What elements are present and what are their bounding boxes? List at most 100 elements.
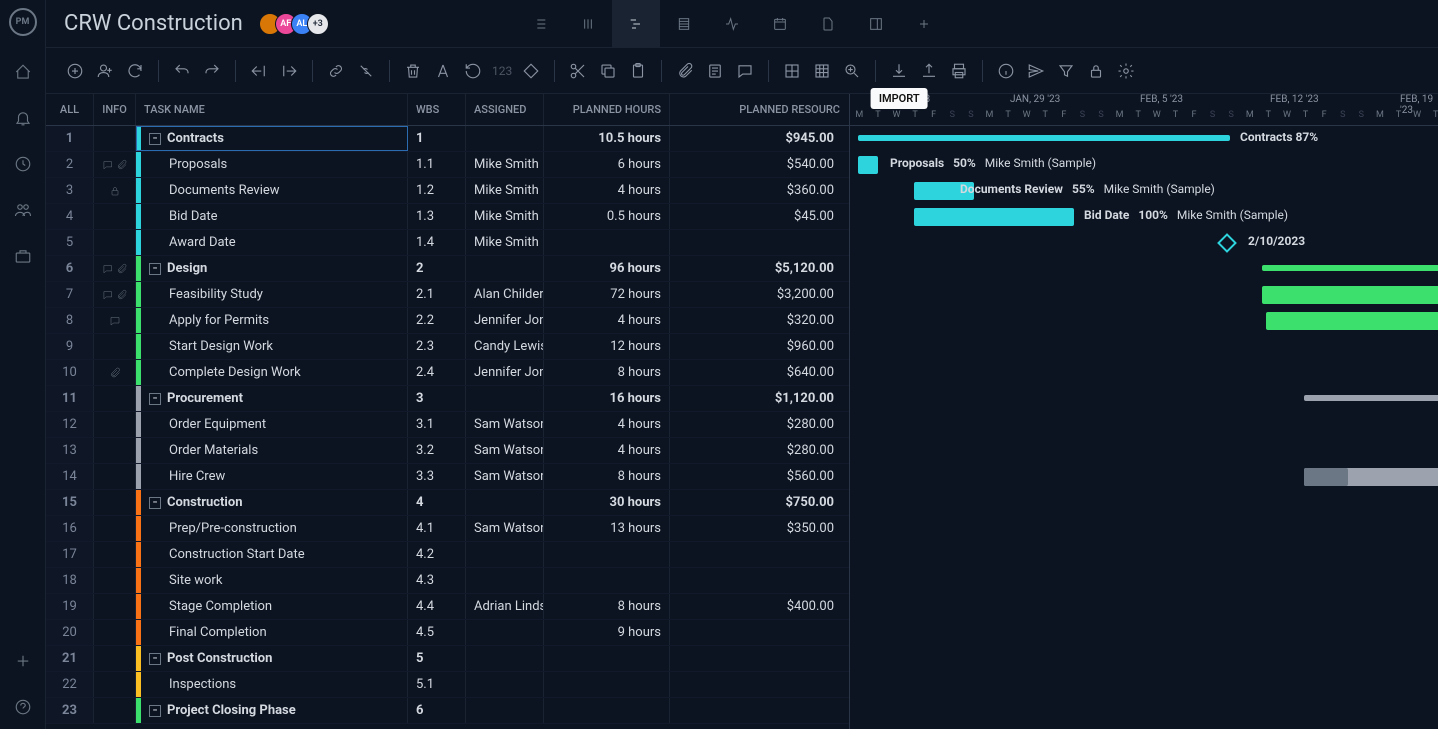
refresh-icon[interactable]	[124, 60, 146, 82]
task-row[interactable]: 3Documents Review1.2Mike Smith4 hours$36…	[46, 178, 849, 204]
planned-resource-cell[interactable]: $350.00	[670, 516, 848, 541]
task-row[interactable]: 14Hire Crew3.3Sam Watson8 hours$560.00	[46, 464, 849, 490]
milestone-icon[interactable]	[1217, 233, 1237, 253]
planned-resource-cell[interactable]	[670, 698, 848, 723]
task-name-cell[interactable]: Proposals	[136, 152, 408, 177]
task-name-cell[interactable]: Apply for Permits	[136, 308, 408, 333]
assigned-cell[interactable]: Mike Smith	[466, 204, 544, 229]
lock-icon[interactable]	[1085, 60, 1107, 82]
wbs-cell[interactable]: 2.1	[408, 282, 466, 307]
print-icon[interactable]	[948, 60, 970, 82]
task-row[interactable]: 18Site work4.3	[46, 568, 849, 594]
briefcase-icon[interactable]	[13, 246, 33, 266]
info-icon[interactable]	[995, 60, 1017, 82]
wbs-cell[interactable]: 5	[408, 646, 466, 671]
assigned-cell[interactable]	[466, 386, 544, 411]
planned-resource-cell[interactable]: $280.00	[670, 438, 848, 463]
task-name-cell[interactable]: −Project Closing Phase	[136, 698, 408, 723]
planned-resource-cell[interactable]: $960.00	[670, 334, 848, 359]
planned-resource-cell[interactable]: $750.00	[670, 490, 848, 515]
collapse-icon[interactable]: −	[149, 263, 161, 275]
planned-hours-cell[interactable]: 4 hours	[544, 412, 670, 437]
add-task-icon[interactable]	[64, 60, 86, 82]
export-icon[interactable]	[918, 60, 940, 82]
view-file-icon[interactable]	[804, 0, 852, 48]
assigned-cell[interactable]	[466, 672, 544, 697]
zoom-icon[interactable]	[841, 60, 863, 82]
task-row[interactable]: 21−Post Construction5	[46, 646, 849, 672]
task-row[interactable]: 23−Project Closing Phase6	[46, 698, 849, 724]
planned-resource-cell[interactable]	[670, 230, 848, 255]
redo-icon[interactable]	[201, 60, 223, 82]
planned-resource-cell[interactable]: $5,120.00	[670, 256, 848, 281]
view-columns-icon[interactable]	[564, 0, 612, 48]
task-row[interactable]: 10Complete Design Work2.4Jennifer Jones8…	[46, 360, 849, 386]
task-name-cell[interactable]: Stage Completion	[136, 594, 408, 619]
assigned-cell[interactable]	[466, 568, 544, 593]
link-icon[interactable]	[325, 60, 347, 82]
assigned-cell[interactable]: Alan Childers	[466, 282, 544, 307]
task-row[interactable]: 7Feasibility Study2.1Alan Childers72 hou…	[46, 282, 849, 308]
task-name-cell[interactable]: −Procurement	[136, 386, 408, 411]
wbs-cell[interactable]: 4.5	[408, 620, 466, 645]
view-panel-icon[interactable]	[852, 0, 900, 48]
planned-hours-cell[interactable]	[544, 698, 670, 723]
assigned-cell[interactable]	[466, 620, 544, 645]
grid-icon[interactable]	[811, 60, 833, 82]
header-planned-hours[interactable]: PLANNED HOURS	[544, 94, 670, 125]
task-row[interactable]: 20Final Completion4.59 hours	[46, 620, 849, 646]
collapse-icon[interactable]: −	[149, 497, 161, 509]
comment-icon[interactable]	[734, 60, 756, 82]
assigned-cell[interactable]: Mike Smith	[466, 178, 544, 203]
assigned-cell[interactable]	[466, 542, 544, 567]
task-name-cell[interactable]: Start Design Work	[136, 334, 408, 359]
task-name-cell[interactable]: −Design	[136, 256, 408, 281]
task-name-cell[interactable]: Order Materials	[136, 438, 408, 463]
wbs-cell[interactable]: 6	[408, 698, 466, 723]
task-name-cell[interactable]: −Construction	[136, 490, 408, 515]
header-name[interactable]: TASK NAME	[136, 94, 408, 125]
help-icon[interactable]	[13, 697, 33, 717]
planned-hours-cell[interactable]: 8 hours	[544, 594, 670, 619]
header-assigned[interactable]: ASSIGNED	[466, 94, 544, 125]
view-gantt-icon[interactable]	[612, 0, 660, 48]
task-row[interactable]: 8Apply for Permits2.2Jennifer Jones4 hou…	[46, 308, 849, 334]
paste-icon[interactable]	[627, 60, 649, 82]
attach-icon[interactable]	[674, 60, 696, 82]
wbs-cell[interactable]: 4.2	[408, 542, 466, 567]
planned-resource-cell[interactable]: $360.00	[670, 178, 848, 203]
planned-resource-cell[interactable]	[670, 620, 848, 645]
task-name-cell[interactable]: Bid Date	[136, 204, 408, 229]
assigned-cell[interactable]	[466, 126, 544, 151]
collapse-icon[interactable]: −	[149, 705, 161, 717]
app-logo[interactable]: PM	[9, 8, 37, 36]
wbs-cell[interactable]: 1.1	[408, 152, 466, 177]
text-icon[interactable]	[432, 60, 454, 82]
wbs-cell[interactable]: 3.1	[408, 412, 466, 437]
header-info[interactable]: INFO	[94, 94, 136, 125]
planned-hours-cell[interactable]: 0.5 hours	[544, 204, 670, 229]
planned-hours-cell[interactable]: 96 hours	[544, 256, 670, 281]
wbs-cell[interactable]: 5.1	[408, 672, 466, 697]
wbs-cell[interactable]: 3	[408, 386, 466, 411]
planned-hours-cell[interactable]: 4 hours	[544, 178, 670, 203]
task-row[interactable]: 13Order Materials3.2Sam Watson4 hours$28…	[46, 438, 849, 464]
gantt-chart[interactable]: JAN, 22 '23JAN, 29 '23FEB, 5 '23FEB, 12 …	[850, 94, 1438, 729]
header-planned-resource[interactable]: PLANNED RESOURC	[670, 94, 848, 125]
wbs-cell[interactable]: 2.2	[408, 308, 466, 333]
header-all[interactable]: ALL	[46, 94, 94, 125]
wbs-cell[interactable]: 1.4	[408, 230, 466, 255]
wbs-cell[interactable]: 2	[408, 256, 466, 281]
task-name-cell[interactable]: Final Completion	[136, 620, 408, 645]
planned-hours-cell[interactable]: 12 hours	[544, 334, 670, 359]
task-row[interactable]: 22Inspections5.1	[46, 672, 849, 698]
gantt-bar[interactable]	[858, 135, 1230, 141]
view-add-icon[interactable]	[900, 0, 948, 48]
gantt-bar[interactable]	[1262, 286, 1438, 304]
filter-icon[interactable]	[1055, 60, 1077, 82]
assigned-cell[interactable]: Adrian Lindstrom	[466, 594, 544, 619]
planned-resource-cell[interactable]: $1,120.00	[670, 386, 848, 411]
planned-hours-cell[interactable]: 4 hours	[544, 308, 670, 333]
wbs-cell[interactable]: 4	[408, 490, 466, 515]
assigned-cell[interactable]: Jennifer Jones	[466, 360, 544, 385]
